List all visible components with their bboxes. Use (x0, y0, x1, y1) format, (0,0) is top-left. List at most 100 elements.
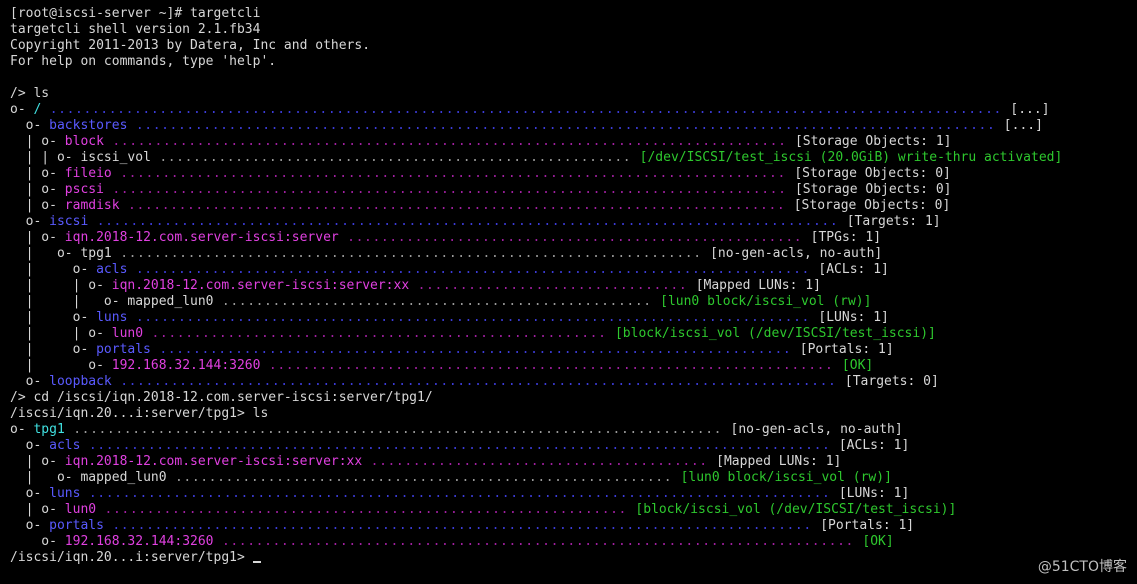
dot-leader: ................................ (409, 278, 696, 293)
terminal-line: | o- fileio ............................… (10, 166, 1137, 182)
terminal-text: acls (49, 438, 81, 453)
terminal-text: [Portals: 1] (820, 518, 915, 533)
terminal-text: [LUNs: 1] (838, 486, 910, 501)
terminal-text: o- (10, 518, 50, 533)
terminal-text: [OK] (862, 534, 894, 549)
terminal-line: o- acls ................................… (10, 438, 1137, 454)
dot-leader: ........................................… (150, 150, 640, 165)
terminal-text: o- (10, 422, 34, 437)
terminal-text: [no-gen-acls, no-auth] (710, 246, 883, 261)
terminal-line: | o- iqn.2018-12.com.server-iscsi:server… (10, 230, 1137, 246)
terminal-text: [Targets: 1] (846, 214, 941, 229)
terminal-line: | o- iqn.2018-12.com.server-iscsi:server… (10, 454, 1137, 470)
terminal-text: [ACLs: 1] (818, 262, 889, 277)
terminal-line: | o- tpg1 ..............................… (10, 246, 1137, 262)
terminal-text: iqn.2018-12.com.server-iscsi:server:xx (111, 278, 410, 293)
dot-leader: ........................................… (213, 294, 661, 309)
terminal-text: [no-gen-acls, no-auth] (730, 422, 903, 437)
terminal-line: o- luns ................................… (10, 486, 1137, 502)
terminal-text: /iscsi/iqn.20...i:server/tpg1> ls (10, 406, 269, 421)
terminal-text: | | o- (10, 150, 81, 165)
terminal-text: | | o- (10, 326, 112, 341)
terminal-text: [Storage Objects: 0] (793, 198, 951, 213)
dot-leader: ........................................… (80, 486, 839, 501)
terminal-text: | o- (10, 342, 97, 357)
terminal-output: [root@iscsi-server ~]# targetcli targetcl… (10, 6, 1137, 566)
terminal-text: [Targets: 0] (844, 374, 939, 389)
terminal-line: | | o- iqn.2018-12.com.server-iscsi:serv… (10, 278, 1137, 294)
terminal-text: | o- (10, 182, 65, 197)
terminal-text: | o- (10, 470, 81, 485)
terminal-text: 192.168.32.144:3260 (111, 358, 261, 373)
terminal-line: o- 192.168.32.144:3260 .................… (10, 534, 1137, 550)
terminal-text: [block/iscsi_vol (/dev/ISCSI/test_iscsi)… (635, 502, 957, 517)
terminal-text: [...] (1003, 118, 1043, 133)
terminal-text: lun0 (64, 502, 97, 517)
terminal-text: pscsi (64, 182, 104, 197)
dot-leader: ........................................… (80, 438, 839, 453)
terminal-line: Copyright 2011-2013 by Datera, Inc and o… (10, 38, 1137, 54)
terminal-text: tpg1 (80, 246, 112, 261)
terminal-text: mapped_lun0 (127, 294, 214, 309)
terminal-text: [Mapped LUNs: 1] (716, 454, 842, 469)
terminal-text: For help on commands, type 'help'. (10, 54, 277, 69)
terminal-text: /> cd /iscsi/iqn.2018-12.com.server-iscs… (10, 390, 433, 405)
terminal-text: iscsi (49, 214, 89, 229)
terminal-text: luns (49, 486, 81, 501)
terminal-text: | o- (10, 262, 97, 277)
terminal-text: [OK] (841, 358, 874, 373)
terminal-line: | | o- lun0 ............................… (10, 326, 1137, 342)
terminal-text: mapped_lun0 (80, 470, 167, 485)
terminal-line: o- portals .............................… (10, 518, 1137, 534)
terminal-line: | o- luns ..............................… (10, 310, 1137, 326)
terminal-text: [Storage Objects: 0] (794, 182, 952, 197)
terminal-text: | o- (10, 454, 65, 469)
terminal-text: backstores (49, 118, 128, 133)
terminal-text: | o- (10, 358, 112, 373)
terminal-text: [TPGs: 1] (810, 230, 882, 245)
terminal-text: portals (49, 518, 104, 533)
terminal-line: | o- pscsi .............................… (10, 182, 1137, 198)
terminal-text: iscsi_vol (80, 150, 151, 165)
terminal-text: 192.168.32.144:3260 (64, 534, 214, 549)
terminal-text: acls (96, 262, 128, 277)
terminal-text: [ACLs: 1] (838, 438, 910, 453)
terminal-text: | | o- (10, 294, 128, 309)
terminal-line: For help on commands, type 'help'. (10, 54, 1137, 70)
terminal-text: ramdisk (64, 198, 120, 213)
terminal-text: o- (10, 374, 50, 389)
terminal-text: fileio (64, 166, 112, 181)
dot-leader: ........................................… (64, 422, 731, 437)
terminal-text: [Storage Objects: 0] (794, 166, 951, 181)
terminal-text: luns (96, 310, 128, 325)
dot-leader: ........................................… (111, 166, 795, 181)
terminal-line: | o- 192.168.32.144:3260 ...............… (10, 358, 1137, 374)
terminal-line: targetcli shell version 2.1.fb34 (10, 22, 1137, 38)
terminal-text: o- (10, 102, 34, 117)
terminal-line: | o- ramdisk ...........................… (10, 198, 1137, 214)
dot-leader: ........................................… (127, 310, 819, 325)
terminal-text: [...] (1010, 102, 1050, 117)
terminal-window[interactable]: [root@iscsi-server ~]# targetcli targetcl… (0, 0, 1137, 584)
terminal-text: | | o- (10, 278, 112, 293)
terminal-line: | o- block .............................… (10, 134, 1137, 150)
terminal-text: o- (10, 214, 50, 229)
terminal-text: block (64, 134, 104, 149)
terminal-line: o- iscsi ...............................… (10, 214, 1137, 230)
terminal-text: | o- (10, 310, 97, 325)
dot-leader: ........................................… (103, 134, 795, 149)
dot-leader: ........................................… (260, 358, 842, 373)
terminal-text: [lun0 block/iscsi_vol (rw)] (680, 470, 892, 485)
terminal-text: [root@iscsi-server ~]# targetcli (10, 6, 261, 21)
terminal-text: | o- (10, 198, 65, 213)
terminal-text: | o- (10, 246, 81, 261)
terminal-line: /> ls (10, 86, 1137, 102)
terminal-text: | o- (10, 166, 65, 181)
terminal-text: [/dev/ISCSI/test_iscsi (20.0GiB) write-t… (639, 150, 1063, 165)
dot-leader: ........................................… (111, 246, 711, 261)
dot-leader: ........................................… (41, 102, 1011, 117)
terminal-line: o- tpg1 ................................… (10, 422, 1137, 438)
terminal-line: /iscsi/iqn.20...i:server/tpg1> ls (10, 406, 1137, 422)
terminal-text: loopback (49, 374, 112, 389)
